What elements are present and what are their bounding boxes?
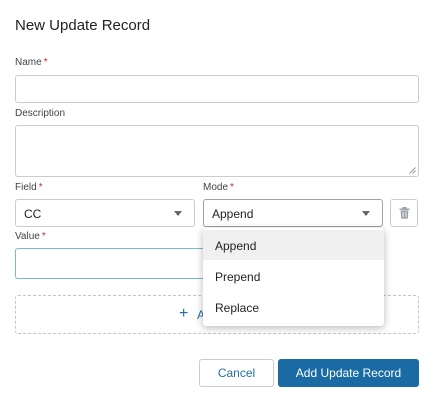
description-label: Description <box>15 108 66 119</box>
dropdown-option-replace[interactable]: Replace <box>203 292 384 322</box>
value-input[interactable] <box>15 248 215 279</box>
dropdown-option-label: Replace <box>215 301 260 315</box>
mode-select-value: Append <box>212 207 254 221</box>
value-required-mark: * <box>41 231 46 242</box>
value-label-text: Value <box>15 231 40 242</box>
mode-label-text: Mode <box>203 182 229 193</box>
chevron-down-icon <box>174 211 182 216</box>
field-label-text: Field <box>15 182 37 193</box>
chevron-down-icon <box>362 211 370 216</box>
field-select-value: CC <box>24 207 42 221</box>
mode-required-mark: * <box>230 182 234 193</box>
cancel-button[interactable]: Cancel <box>199 359 274 387</box>
value-label: Value * <box>15 231 46 242</box>
mode-label: Mode * <box>203 182 234 193</box>
plus-icon: + <box>179 305 189 322</box>
name-label-text: Name <box>15 57 42 68</box>
field-select[interactable]: CC <box>15 199 195 227</box>
description-textarea[interactable] <box>15 125 419 177</box>
name-label: Name * <box>15 57 48 68</box>
dropdown-option-label: Append <box>215 239 257 253</box>
mode-dropdown-menu: Append Prepend Replace <box>203 228 384 326</box>
mode-select[interactable]: Append <box>203 199 383 227</box>
dialog-title: New Update Record <box>15 17 151 34</box>
field-label: Field * <box>15 182 43 193</box>
trash-icon <box>399 207 410 219</box>
field-required-mark: * <box>38 182 43 193</box>
dropdown-option-label: Prepend <box>215 270 261 284</box>
resize-grip-icon[interactable] <box>409 167 416 174</box>
name-required-mark: * <box>43 57 48 68</box>
delete-row-button[interactable] <box>390 199 418 227</box>
dropdown-option-append[interactable]: Append <box>203 230 384 260</box>
dropdown-option-prepend[interactable]: Prepend <box>203 261 384 291</box>
name-input[interactable] <box>15 75 419 103</box>
add-update-record-button[interactable]: Add Update Record <box>278 359 419 387</box>
